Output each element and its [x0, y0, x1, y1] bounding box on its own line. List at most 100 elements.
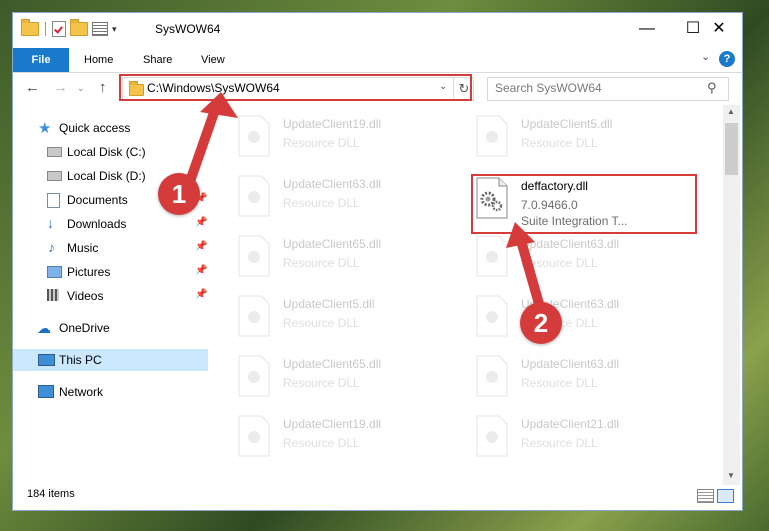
- sidebar-item-network[interactable]: Network: [13, 381, 208, 403]
- computer-icon: [38, 354, 55, 366]
- back-button[interactable]: ←: [25, 79, 40, 96]
- file-name: UpdateClient63.dll: [521, 237, 620, 251]
- file-type: Resource DLL: [283, 436, 360, 450]
- tab-view[interactable]: View: [201, 48, 225, 72]
- sidebar-item-local-disk-c[interactable]: Local Disk (C:): [13, 141, 208, 163]
- scroll-up-icon[interactable]: ▲: [727, 107, 735, 116]
- step-badge-1: 1: [158, 173, 200, 215]
- drive-icon: [47, 171, 62, 181]
- sidebar-item-downloads[interactable]: ↓ Downloads 📌: [13, 213, 208, 235]
- file-tile[interactable]: UpdateClient19.dll Resource DLL: [237, 115, 467, 175]
- minimize-button[interactable]: —: [624, 13, 670, 45]
- quick-access-toolbar: ▾: [21, 19, 117, 37]
- sidebar-item-onedrive[interactable]: ☁ OneDrive: [13, 317, 208, 339]
- details-view-icon[interactable]: [697, 489, 714, 503]
- customize-dropdown-icon[interactable]: ▾: [112, 24, 117, 35]
- file-name: UpdateClient21.dll: [521, 417, 620, 431]
- file-type: Resource DLL: [521, 436, 598, 450]
- file-tile[interactable]: UpdateClient65.dll Resource DLL: [237, 235, 467, 295]
- sidebar-item-label: Documents: [67, 193, 128, 207]
- dll-file-icon: [476, 235, 508, 277]
- title-bar: ▾ SysWOW64 — ☐ ✕: [13, 13, 742, 45]
- dll-file-icon: [238, 235, 270, 277]
- close-button[interactable]: ✕: [696, 13, 742, 45]
- file-list: UpdateClient19.dll Resource DLL UpdateCl…: [223, 109, 723, 479]
- file-tile[interactable]: UpdateClient5.dll Resource DLL: [475, 115, 705, 175]
- file-type: Resource DLL: [283, 196, 360, 210]
- explorer-window: ▾ SysWOW64 — ☐ ✕ File Home Share View ⌄ …: [13, 13, 742, 510]
- pin-icon[interactable]: 📌: [195, 265, 207, 276]
- forward-button[interactable]: →: [53, 79, 68, 96]
- music-icon: ♪: [48, 239, 55, 255]
- dll-file-icon: [238, 175, 270, 217]
- file-name: UpdateClient19.dll: [283, 417, 382, 431]
- file-tile[interactable]: UpdateClient63.dll Resource DLL: [475, 295, 705, 355]
- drive-icon: [47, 147, 62, 157]
- network-icon: [38, 385, 54, 398]
- sidebar-item-quick-access[interactable]: ★ Quick access: [13, 117, 208, 139]
- file-tile[interactable]: UpdateClient65.dll Resource DLL: [237, 355, 467, 415]
- annotation-highlight-box: [471, 174, 697, 234]
- sidebar-item-label: Network: [59, 385, 104, 399]
- file-name: UpdateClient63.dll: [521, 357, 620, 371]
- step-badge-2: 2: [520, 302, 562, 344]
- sidebar-item-label: Quick access: [59, 121, 131, 135]
- documents-icon: [47, 193, 60, 208]
- star-icon: ★: [38, 120, 52, 137]
- file-name: UpdateClient65.dll: [283, 357, 382, 371]
- sidebar-item-label: Videos: [67, 289, 104, 303]
- search-placeholder: Search SysWOW64: [495, 81, 602, 95]
- recent-locations-icon[interactable]: ⌄: [77, 83, 85, 94]
- file-tile[interactable]: UpdateClient63.dll Resource DLL: [475, 235, 705, 295]
- window-title: SysWOW64: [155, 22, 221, 36]
- new-folder-icon[interactable]: [70, 19, 88, 36]
- toolbar-separator: [45, 22, 46, 36]
- file-type: Resource DLL: [521, 256, 598, 270]
- file-type: Resource DLL: [521, 136, 598, 150]
- tab-home[interactable]: Home: [84, 48, 113, 72]
- help-icon[interactable]: ?: [719, 51, 735, 67]
- pin-icon[interactable]: 📌: [195, 217, 207, 228]
- dll-file-icon: [238, 415, 270, 457]
- file-tile[interactable]: UpdateClient19.dll Resource DLL: [237, 415, 467, 475]
- file-tile[interactable]: UpdateClient5.dll Resource DLL: [237, 295, 467, 355]
- sidebar-item-label: Pictures: [67, 265, 111, 279]
- ribbon-tabs: File Home Share View ⌄ ?: [13, 48, 742, 73]
- sidebar-item-this-pc[interactable]: This PC: [13, 349, 208, 371]
- folder-icon: [21, 19, 39, 36]
- cloud-icon: ☁: [37, 320, 51, 336]
- file-type: Resource DLL: [283, 376, 360, 390]
- expand-ribbon-icon[interactable]: ⌄: [701, 50, 710, 63]
- properties-icon[interactable]: [92, 22, 108, 36]
- file-type: Resource DLL: [521, 376, 598, 390]
- pin-icon[interactable]: 📌: [195, 241, 207, 252]
- tab-file[interactable]: File: [13, 48, 69, 72]
- dll-file-icon: [476, 355, 508, 397]
- search-input[interactable]: Search SysWOW64 ⚲: [487, 77, 729, 101]
- file-name: UpdateClient19.dll: [283, 117, 382, 131]
- properties-check-icon[interactable]: [52, 21, 66, 37]
- file-name: UpdateClient5.dll: [283, 297, 375, 311]
- tab-share[interactable]: Share: [143, 48, 172, 72]
- file-type: Resource DLL: [283, 316, 360, 330]
- sidebar-item-videos[interactable]: Videos 📌: [13, 285, 208, 307]
- sidebar-item-label: Downloads: [67, 217, 127, 231]
- file-tile[interactable]: UpdateClient63.dll Resource DLL: [475, 355, 705, 415]
- sidebar-item-music[interactable]: ♪ Music 📌: [13, 237, 208, 259]
- up-button[interactable]: ↑: [99, 79, 107, 96]
- sidebar-item-label: Local Disk (D:): [67, 169, 146, 183]
- large-icons-view-icon[interactable]: [717, 489, 734, 503]
- vertical-scrollbar[interactable]: ▲ ▼: [723, 105, 740, 485]
- scroll-thumb[interactable]: [725, 123, 738, 175]
- sidebar-item-label: Local Disk (C:): [67, 145, 146, 159]
- file-tile[interactable]: UpdateClient63.dll Resource DLL: [237, 175, 467, 235]
- item-count: 184 items: [27, 488, 75, 500]
- dll-file-icon: [476, 415, 508, 457]
- scroll-down-icon[interactable]: ▼: [727, 471, 735, 480]
- search-icon[interactable]: ⚲: [707, 80, 717, 96]
- navigation-pane: ★ Quick access Local Disk (C:) Local Dis…: [13, 109, 208, 479]
- sidebar-item-pictures[interactable]: Pictures 📌: [13, 261, 208, 283]
- file-tile[interactable]: UpdateClient21.dll Resource DLL: [475, 415, 705, 475]
- download-icon: ↓: [47, 215, 54, 231]
- pin-icon[interactable]: 📌: [195, 289, 207, 300]
